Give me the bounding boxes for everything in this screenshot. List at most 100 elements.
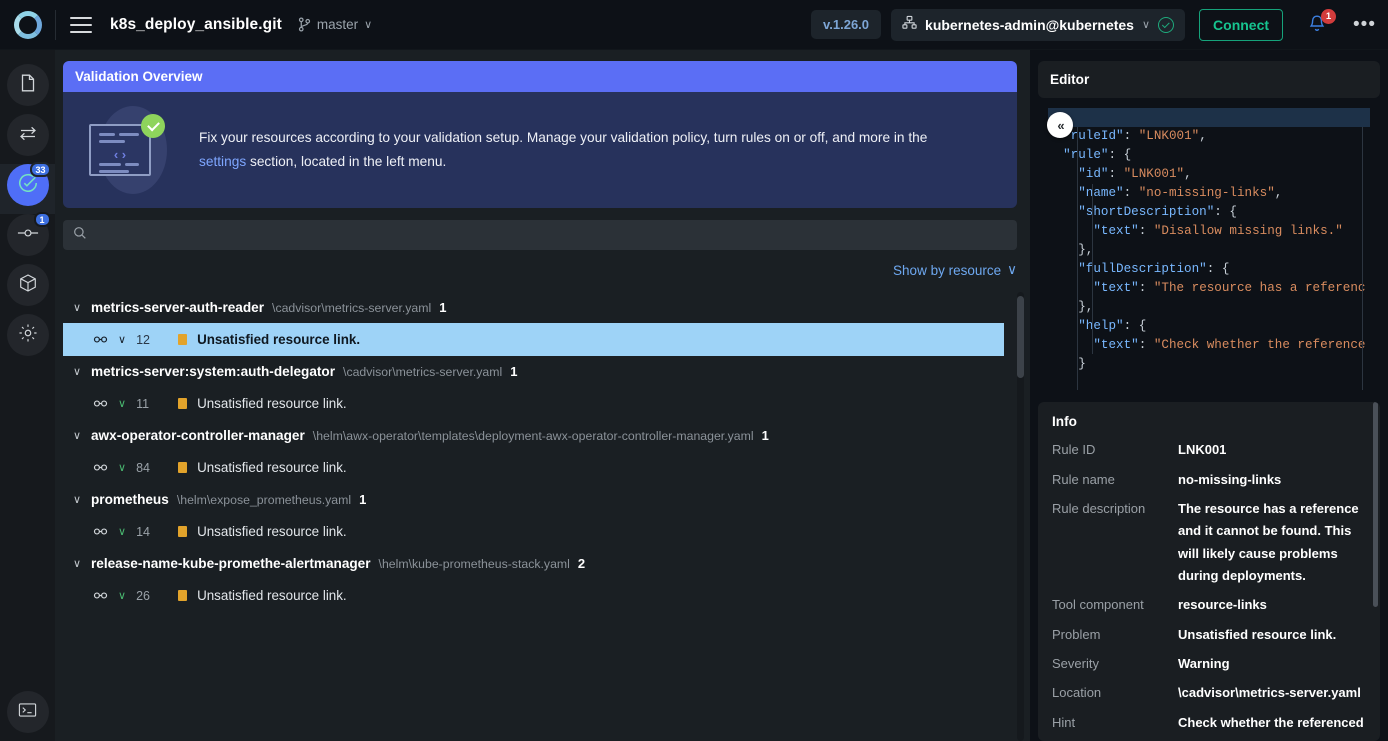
link-icon[interactable]: [93, 396, 108, 411]
info-field-label: Rule name: [1052, 471, 1115, 487]
rail-slot-validation: 33: [0, 162, 55, 214]
version-badge[interactable]: v.1.26.0: [811, 10, 882, 39]
cluster-name: kubernetes-admin@kubernetes: [925, 16, 1134, 33]
severity-indicator: [178, 334, 188, 345]
check-circle-icon: [1158, 16, 1175, 33]
search-box[interactable]: [63, 220, 1017, 250]
result-group-header[interactable]: ∨ metrics-server:system:auth-delegator \ca…: [63, 356, 1004, 387]
rail-slot-package: [0, 264, 55, 314]
validation-result-row[interactable]: ∨ 84 Unsatisfied resource link.: [63, 451, 1004, 484]
chevron-down-icon[interactable]: ∨: [71, 429, 83, 442]
sidebar-item-file[interactable]: [6, 64, 49, 106]
file-icon: [19, 73, 37, 98]
overview-text-part1: Fix your resources according to your val…: [199, 130, 928, 146]
link-icon[interactable]: [93, 332, 108, 347]
sidebar-item-settings[interactable]: [6, 314, 49, 356]
right-panel: Editor { "ruleId": "LNK001", "rule": { "…: [1030, 50, 1388, 741]
validation-results-list[interactable]: ∨ metrics-server-auth-reader \cadvisor\met…: [63, 292, 1030, 741]
settings-link[interactable]: settings: [199, 154, 246, 169]
branch-name: master: [316, 17, 359, 32]
result-group-header[interactable]: ∨ release-name-kube-promethe-alertmanager…: [63, 548, 1004, 579]
sidebar-item-git[interactable]: 1: [6, 212, 51, 256]
hamburger-menu-icon[interactable]: [70, 16, 92, 33]
result-group-header[interactable]: ∨ prometheus \helm\expose_prometheus.yaml 1: [63, 484, 1004, 515]
notifications-button[interactable]: 1: [1307, 8, 1337, 39]
validation-result-row[interactable]: ∨ 11 Unsatisfied resource link.: [63, 387, 1004, 420]
chevron-down-icon[interactable]: ∨: [118, 525, 126, 538]
result-group-name: prometheus: [91, 492, 169, 507]
info-field-value: Check whether the referenced: [1178, 714, 1364, 730]
validation-result-row[interactable]: ∨ 12 Unsatisfied resource link.: [63, 323, 1004, 356]
info-field-value: \cadvisor\metrics-server.yaml: [1178, 685, 1361, 701]
validation-result-row[interactable]: ∨ 14 Unsatisfied resource link.: [63, 515, 1004, 548]
result-line-number: 12: [136, 332, 150, 347]
link-icon[interactable]: [93, 524, 108, 539]
result-group-name: release-name-kube-promethe-alertmanager: [91, 556, 371, 571]
validation-result-row[interactable]: ∨ 26 Unsatisfied resource link.: [63, 579, 1004, 612]
show-by-resource-dropdown[interactable]: Show by resource ∨: [893, 262, 1017, 278]
editor-card: Editor: [1038, 61, 1380, 98]
chevron-down-icon[interactable]: ∨: [118, 589, 126, 602]
result-group: ∨ metrics-server-auth-reader \cadvisor\met…: [63, 292, 1004, 356]
cluster-selector[interactable]: kubernetes-admin@kubernetes ∨: [891, 8, 1186, 41]
severity-indicator: [178, 526, 188, 537]
sidebar-item-compare[interactable]: [6, 114, 49, 156]
connect-button[interactable]: Connect: [1199, 8, 1284, 41]
result-group-count: 1: [359, 492, 367, 507]
sidebar-item-package[interactable]: [6, 264, 49, 306]
search-icon: [73, 226, 87, 245]
success-check-icon: [141, 114, 165, 138]
indent-guide: [1077, 127, 1078, 391]
result-group-path: \helm\expose_prometheus.yaml: [176, 492, 352, 507]
search-input[interactable]: [95, 228, 1007, 242]
info-field-label: Problem: [1052, 626, 1101, 642]
cluster-icon: [902, 15, 917, 35]
overview-text-part2: section, located in the left menu.: [246, 154, 447, 169]
result-group-path: \cadvisor\metrics-server.yaml: [343, 364, 503, 379]
editor-code-area[interactable]: { "ruleId": "LNK001", "rule": { "id": "L…: [1030, 108, 1388, 391]
link-icon[interactable]: [93, 460, 108, 475]
result-group-count: 1: [439, 300, 447, 315]
results-scrollbar-thumb[interactable]: [1017, 296, 1024, 378]
app-root: k8s_deploy_ansible.git master ∨ v.1.26.0: [0, 0, 1388, 741]
editor-ruler-line: [1362, 127, 1363, 391]
validation-overview-text: Fix your resources according to your val…: [199, 126, 959, 173]
result-group-header[interactable]: ∨ awx-operator-controller-manager \helm\aw…: [63, 420, 1004, 451]
chevron-down-icon[interactable]: ∨: [71, 557, 83, 570]
chevron-down-icon: ∨: [364, 19, 373, 31]
result-group-name: metrics-server:system:auth-delegator: [91, 364, 336, 379]
severity-indicator: [178, 398, 188, 409]
validation-main-panel: Validation Overview ‹ › Fix your resourc…: [55, 50, 1073, 741]
results-scrollbar-track[interactable]: [1017, 292, 1024, 741]
code-validated-icon: ‹ ›: [79, 106, 189, 194]
result-group-count: 2: [577, 556, 586, 571]
result-message: Unsatisfied resource link.: [197, 524, 347, 539]
info-scrollbar-track[interactable]: [1373, 402, 1378, 741]
chevron-down-icon: ∨: [1007, 262, 1017, 277]
collapse-right-panel-button[interactable]: «: [1047, 112, 1073, 138]
result-group-count: 1: [510, 364, 518, 379]
link-icon[interactable]: [93, 588, 108, 603]
branch-selector[interactable]: master ∨: [298, 17, 372, 32]
sidebar-item-terminal[interactable]: [6, 691, 49, 733]
result-group-header[interactable]: ∨ metrics-server-auth-reader \cadvisor\met…: [63, 292, 1004, 323]
info-field-value: Warning: [1178, 656, 1230, 672]
result-line-number: 14: [136, 524, 150, 539]
toolbar-divider: [55, 9, 56, 40]
chevron-down-icon[interactable]: ∨: [118, 461, 126, 474]
sidebar-item-validation[interactable]: 33: [6, 162, 51, 206]
chevron-down-icon[interactable]: ∨: [71, 365, 83, 378]
result-message: Unsatisfied resource link.: [197, 396, 347, 411]
chevron-down-icon[interactable]: ∨: [118, 333, 126, 346]
showby-row: Show by resource ∨: [63, 262, 1017, 278]
bell-icon: [1307, 14, 1327, 39]
result-group-name: metrics-server-auth-reader: [91, 300, 265, 315]
more-options-icon[interactable]: •••: [1353, 15, 1376, 34]
chevron-down-icon[interactable]: ∨: [71, 301, 83, 314]
validation-count-badge: 33: [30, 162, 51, 177]
chevron-down-icon[interactable]: ∨: [118, 397, 126, 410]
info-scrollbar-thumb[interactable]: [1373, 402, 1378, 608]
monokle-logo-icon: [13, 10, 42, 39]
chevron-down-icon[interactable]: ∨: [71, 493, 83, 506]
app-logo[interactable]: [0, 0, 55, 50]
